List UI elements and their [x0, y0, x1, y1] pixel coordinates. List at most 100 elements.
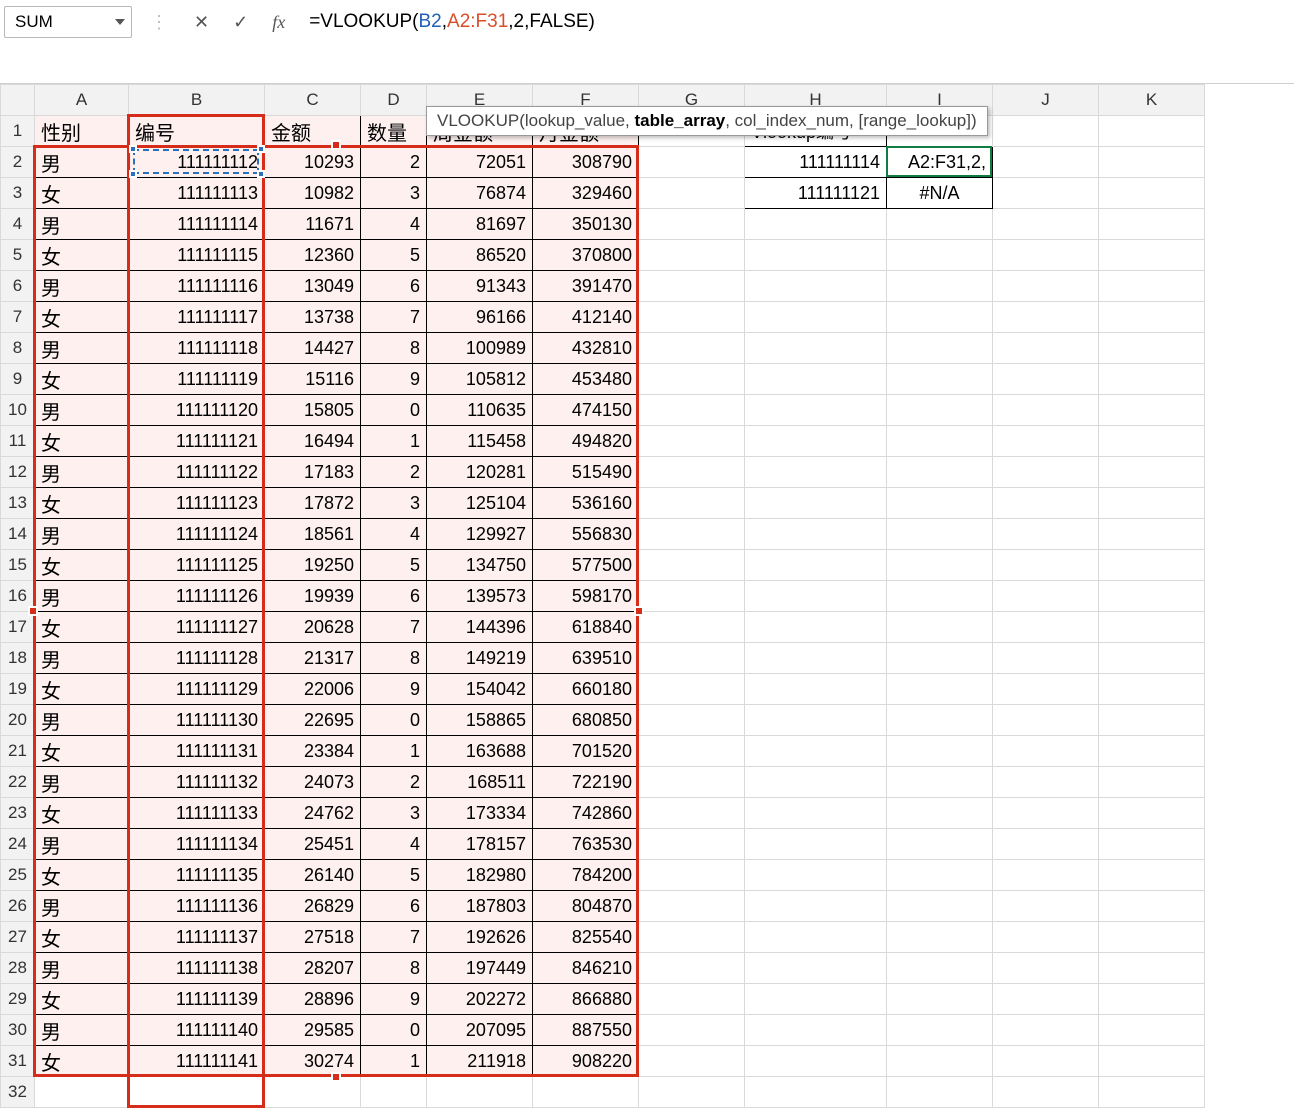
- cell-A22[interactable]: 男: [35, 767, 129, 798]
- row-header[interactable]: 14: [1, 519, 35, 550]
- cell-K9[interactable]: [1099, 364, 1205, 395]
- cell-G4[interactable]: [639, 209, 745, 240]
- cell-C28[interactable]: 28207: [265, 953, 361, 984]
- cell-G5[interactable]: [639, 240, 745, 271]
- cell-C18[interactable]: 21317: [265, 643, 361, 674]
- row-header[interactable]: 2: [1, 147, 35, 178]
- cell-E27[interactable]: 192626: [427, 922, 533, 953]
- cell-F11[interactable]: 494820: [533, 426, 639, 457]
- row-header[interactable]: 12: [1, 457, 35, 488]
- cell-F25[interactable]: 784200: [533, 860, 639, 891]
- cell-A13[interactable]: 女: [35, 488, 129, 519]
- cell-C21[interactable]: 23384: [265, 736, 361, 767]
- row-header[interactable]: 1: [1, 116, 35, 147]
- cell-A8[interactable]: 男: [35, 333, 129, 364]
- cell-G25[interactable]: [639, 860, 745, 891]
- cell-B11[interactable]: 111111121: [129, 426, 265, 457]
- cell-H28[interactable]: [745, 953, 887, 984]
- cell-C2[interactable]: 10293: [265, 147, 361, 178]
- cell-D20[interactable]: 0: [361, 705, 427, 736]
- cell-I7[interactable]: [887, 302, 993, 333]
- cell-G17[interactable]: [639, 612, 745, 643]
- cell-J20[interactable]: [993, 705, 1099, 736]
- cell-J31[interactable]: [993, 1046, 1099, 1077]
- cell-E13[interactable]: 125104: [427, 488, 533, 519]
- cell-K6[interactable]: [1099, 271, 1205, 302]
- cell-G23[interactable]: [639, 798, 745, 829]
- cell-E19[interactable]: 154042: [427, 674, 533, 705]
- cell-J26[interactable]: [993, 891, 1099, 922]
- cell-E3[interactable]: 76874: [427, 178, 533, 209]
- worksheet[interactable]: ABCDEFGHIJK 1性别编号金额数量周金额月金额Vlookup编号2男11…: [0, 84, 1294, 1108]
- cell-D4[interactable]: 4: [361, 209, 427, 240]
- cell-H3[interactable]: 111111121: [745, 178, 887, 209]
- cell-I12[interactable]: [887, 457, 993, 488]
- fx-icon[interactable]: fx: [272, 12, 285, 33]
- cell-G14[interactable]: [639, 519, 745, 550]
- cell-K22[interactable]: [1099, 767, 1205, 798]
- cell-K3[interactable]: [1099, 178, 1205, 209]
- cell-K32[interactable]: [1099, 1077, 1205, 1108]
- cell-A11[interactable]: 女: [35, 426, 129, 457]
- cell-G15[interactable]: [639, 550, 745, 581]
- cell-E21[interactable]: 163688: [427, 736, 533, 767]
- cell-G26[interactable]: [639, 891, 745, 922]
- cell-C16[interactable]: 19939: [265, 581, 361, 612]
- cell-J2[interactable]: [993, 147, 1099, 178]
- cell-B6[interactable]: 111111116: [129, 271, 265, 302]
- cell-I21[interactable]: [887, 736, 993, 767]
- cell-B30[interactable]: 111111140: [129, 1015, 265, 1046]
- cell-B1[interactable]: 编号: [129, 116, 265, 147]
- cell-H9[interactable]: [745, 364, 887, 395]
- cell-A14[interactable]: 男: [35, 519, 129, 550]
- cell-G7[interactable]: [639, 302, 745, 333]
- cell-A31[interactable]: 女: [35, 1046, 129, 1077]
- cell-E25[interactable]: 182980: [427, 860, 533, 891]
- col-header-D[interactable]: D: [361, 85, 427, 116]
- cell-H15[interactable]: [745, 550, 887, 581]
- cell-C22[interactable]: 24073: [265, 767, 361, 798]
- row-header[interactable]: 11: [1, 426, 35, 457]
- cell-G11[interactable]: [639, 426, 745, 457]
- cell-B10[interactable]: 111111120: [129, 395, 265, 426]
- row-header[interactable]: 15: [1, 550, 35, 581]
- cell-I24[interactable]: [887, 829, 993, 860]
- cancel-icon[interactable]: ✕: [194, 12, 209, 33]
- cell-I16[interactable]: [887, 581, 993, 612]
- cell-D12[interactable]: 2: [361, 457, 427, 488]
- cell-A28[interactable]: 男: [35, 953, 129, 984]
- cell-K23[interactable]: [1099, 798, 1205, 829]
- cell-D32[interactable]: [361, 1077, 427, 1108]
- cell-J29[interactable]: [993, 984, 1099, 1015]
- cell-F9[interactable]: 453480: [533, 364, 639, 395]
- cell-E15[interactable]: 134750: [427, 550, 533, 581]
- row-header[interactable]: 24: [1, 829, 35, 860]
- cell-C13[interactable]: 17872: [265, 488, 361, 519]
- col-header-A[interactable]: A: [35, 85, 129, 116]
- cell-B18[interactable]: 111111128: [129, 643, 265, 674]
- cell-A2[interactable]: 男: [35, 147, 129, 178]
- cell-B15[interactable]: 111111125: [129, 550, 265, 581]
- cell-D13[interactable]: 3: [361, 488, 427, 519]
- cell-B20[interactable]: 111111130: [129, 705, 265, 736]
- row-header[interactable]: 29: [1, 984, 35, 1015]
- cell-handle[interactable]: [257, 145, 265, 153]
- cell-C25[interactable]: 26140: [265, 860, 361, 891]
- cell-J12[interactable]: [993, 457, 1099, 488]
- cell-I23[interactable]: [887, 798, 993, 829]
- row-header[interactable]: 31: [1, 1046, 35, 1077]
- cell-B32[interactable]: [129, 1077, 265, 1108]
- cell-E8[interactable]: 100989: [427, 333, 533, 364]
- cell-J24[interactable]: [993, 829, 1099, 860]
- cell-K27[interactable]: [1099, 922, 1205, 953]
- cell-C15[interactable]: 19250: [265, 550, 361, 581]
- cell-G24[interactable]: [639, 829, 745, 860]
- cell-I26[interactable]: [887, 891, 993, 922]
- cell-I9[interactable]: [887, 364, 993, 395]
- cell-C20[interactable]: 22695: [265, 705, 361, 736]
- cell-F13[interactable]: 536160: [533, 488, 639, 519]
- cell-G6[interactable]: [639, 271, 745, 302]
- name-box[interactable]: SUM: [4, 6, 132, 38]
- cell-G21[interactable]: [639, 736, 745, 767]
- cell-B2[interactable]: 111111112: [129, 147, 265, 178]
